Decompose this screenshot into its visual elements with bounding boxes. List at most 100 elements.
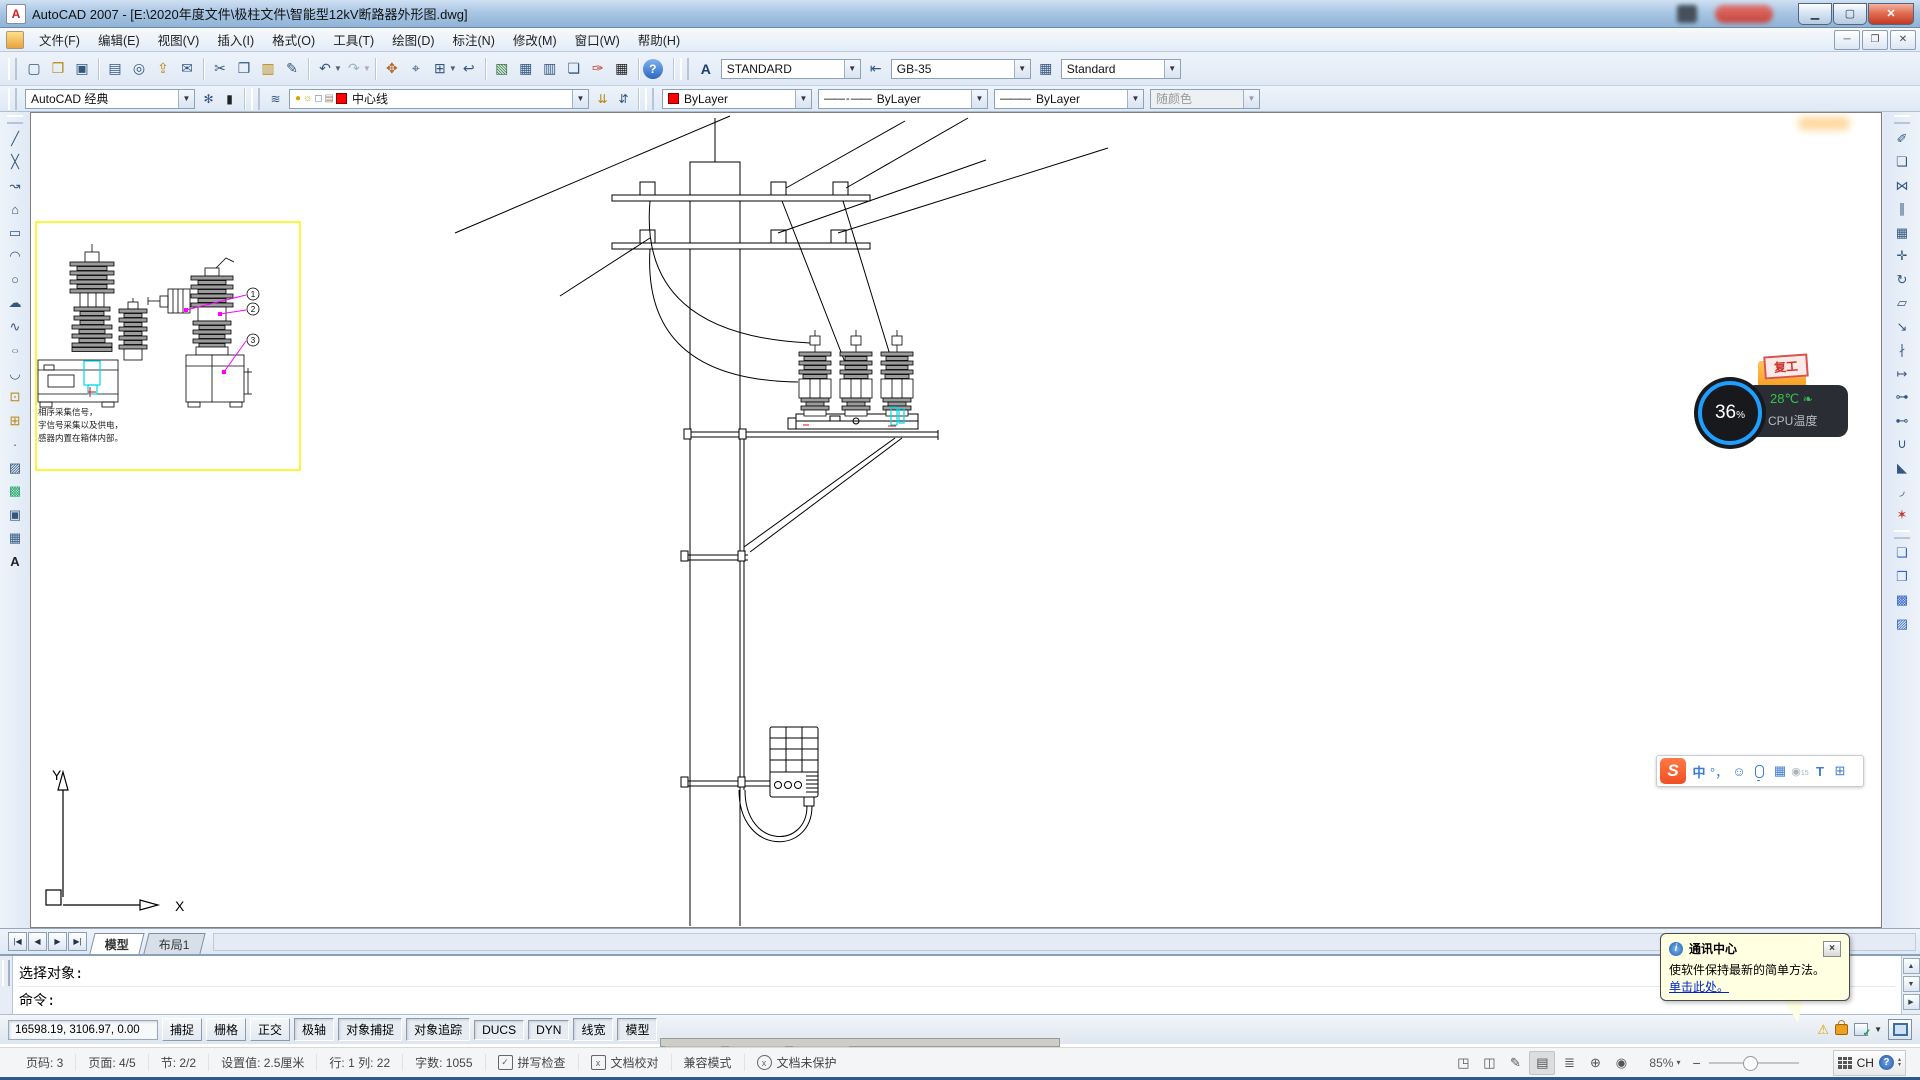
toggle-snap[interactable]: 捕捉: [162, 1018, 202, 1041]
microphone-icon[interactable]: [1755, 765, 1764, 778]
zoom-out-icon[interactable]: −: [1692, 1055, 1700, 1071]
chevron-down-icon[interactable]: ▼: [795, 90, 811, 108]
break-at-point-icon[interactable]: ⊶: [1890, 386, 1914, 410]
doc-minimize-button[interactable]: ─: [1834, 30, 1860, 50]
balloon-close-icon[interactable]: ×: [1823, 941, 1841, 957]
toolbar-grip[interactable]: [8, 58, 17, 80]
skin-icon[interactable]: T: [1810, 764, 1830, 779]
undo-flyout[interactable]: ▼: [334, 64, 342, 73]
tab-model[interactable]: 模型: [89, 933, 144, 954]
layer-manager-icon[interactable]: ≋: [265, 88, 286, 109]
spell-check-button[interactable]: ✓拼写检查: [486, 1054, 579, 1071]
properties-palette-icon[interactable]: ▧: [490, 57, 514, 81]
command-history[interactable]: 选择对象: 命令:: [13, 956, 1901, 1014]
color-combo[interactable]: ByLayer ▼: [662, 89, 812, 109]
layer-freeze-icon[interactable]: ☼: [303, 93, 312, 104]
region-icon[interactable]: ▣: [3, 503, 27, 527]
workspace-settings-icon[interactable]: ✻: [198, 88, 219, 109]
dim-style-combo[interactable]: GB-35 ▼: [891, 59, 1031, 79]
erase-icon[interactable]: ✐: [1890, 127, 1914, 151]
save-workspace-icon[interactable]: ▮: [219, 88, 240, 109]
text-style-combo[interactable]: STANDARD ▼: [721, 59, 861, 79]
fillet-icon[interactable]: ◞: [1890, 480, 1914, 504]
insert-block-icon[interactable]: ⊡: [3, 386, 27, 410]
cut-icon[interactable]: ✂: [208, 57, 232, 81]
match-properties-icon[interactable]: ✎: [280, 57, 304, 81]
zoom-previous-icon[interactable]: ↩: [457, 57, 481, 81]
tab-first-icon[interactable]: |◀: [8, 932, 27, 951]
markup-icon[interactable]: ✑: [586, 57, 610, 81]
punctuation-icon[interactable]: °，: [1709, 762, 1729, 781]
spline-icon[interactable]: ∿: [3, 315, 27, 339]
construction-line-icon[interactable]: ╳: [3, 151, 27, 175]
emoji-icon[interactable]: ☺: [1729, 764, 1749, 779]
trim-icon[interactable]: ∤: [1890, 339, 1914, 363]
tab-layout1[interactable]: 布局1: [143, 933, 205, 954]
cpu-temp-widget[interactable]: 复工 36% 28℃ ❧ CPU温度: [1698, 355, 1858, 445]
keyboard-layout-icon[interactable]: [1838, 1057, 1852, 1069]
dim-style-icon[interactable]: ⇤: [864, 57, 888, 81]
menu-format[interactable]: 格式(O): [263, 27, 324, 52]
new-file-icon[interactable]: ▢: [22, 57, 46, 81]
break-icon[interactable]: ⊷: [1890, 409, 1914, 433]
rectangle-icon[interactable]: ▭: [3, 221, 27, 245]
language-options-icon[interactable]: ▴▾: [1898, 1058, 1901, 1068]
tab-prev-icon[interactable]: ◀: [28, 932, 47, 951]
layer-lock-icon[interactable]: ◻: [314, 93, 322, 104]
layers-toolbar-grip[interactable]: [251, 88, 260, 110]
minimize-button[interactable]: ▁: [1798, 3, 1832, 25]
line-icon[interactable]: ╱: [3, 127, 27, 151]
fullscreen-view-icon[interactable]: ◳: [1451, 1052, 1475, 1074]
mirror-icon[interactable]: ⋈: [1890, 174, 1914, 198]
menu-dimension[interactable]: 标注(N): [444, 27, 504, 52]
chevron-down-icon[interactable]: ▼: [844, 60, 860, 78]
command-splitter[interactable]: [0, 956, 13, 1014]
redo-flyout[interactable]: ▼: [363, 64, 371, 73]
close-button[interactable]: ✕: [1868, 3, 1914, 25]
quickcalc-icon[interactable]: ▦: [610, 57, 634, 81]
tool-palettes-icon[interactable]: ▥: [538, 57, 562, 81]
tray-dropdown-icon[interactable]: ▼: [1874, 1025, 1882, 1034]
table-icon[interactable]: ▦: [3, 527, 27, 551]
menu-edit[interactable]: 编辑(E): [89, 27, 149, 52]
chamfer-icon[interactable]: ◣: [1890, 456, 1914, 480]
language-help-icon[interactable]: ?: [1879, 1055, 1894, 1070]
chevron-down-icon[interactable]: ▼: [572, 90, 588, 108]
communication-center-balloon[interactable]: i 通讯中心 × 使软件保持最新的简单方法。 单击此处。: [1660, 933, 1850, 1001]
scroll-down-icon[interactable]: ▼: [1903, 976, 1920, 992]
zoom-slider[interactable]: [1709, 1062, 1799, 1064]
make-block-icon[interactable]: ⊞: [3, 409, 27, 433]
hatch-icon[interactable]: ▨: [3, 456, 27, 480]
polygon-icon[interactable]: ⌂: [3, 198, 27, 222]
toggle-dyn[interactable]: DYN: [528, 1020, 569, 1040]
protection-status[interactable]: x文档未保护: [745, 1054, 849, 1071]
mtext-icon[interactable]: A: [3, 550, 27, 574]
scale-icon[interactable]: ▱: [1890, 292, 1914, 316]
point-icon[interactable]: ·: [3, 433, 27, 457]
stretch-icon[interactable]: ↘: [1890, 315, 1914, 339]
workspace-combo[interactable]: AutoCAD 经典 ▼: [25, 89, 195, 109]
zoom-flyout[interactable]: ▼: [449, 64, 457, 73]
send-under-icon[interactable]: ▨: [1890, 612, 1914, 636]
make-layer-current-icon[interactable]: ⇊: [592, 88, 613, 109]
print-layout-icon[interactable]: ▤: [1529, 1051, 1555, 1075]
compatibility-mode-badge[interactable]: 兼容模式: [672, 1054, 745, 1071]
language-bar[interactable]: CH ? ▴▾: [1833, 1050, 1906, 1076]
toggle-ducs[interactable]: DUCS: [474, 1020, 524, 1040]
join-icon[interactable]: ∪: [1890, 433, 1914, 457]
chevron-down-icon[interactable]: ▼: [1164, 60, 1180, 78]
write-mode-icon[interactable]: ✎: [1503, 1052, 1527, 1074]
properties-toolbar-grip[interactable]: [645, 88, 654, 110]
language-indicator[interactable]: CH: [1857, 1056, 1874, 1070]
toggle-lineweight[interactable]: 线宽: [573, 1018, 613, 1041]
eye-protection-icon[interactable]: ◉: [1609, 1052, 1633, 1074]
lock-icon[interactable]: [1835, 1024, 1848, 1035]
array-icon[interactable]: ▦: [1890, 221, 1914, 245]
workspace-toolbar-grip[interactable]: [8, 88, 17, 110]
layer-previous-icon[interactable]: ⇵: [613, 88, 634, 109]
coordinates-readout[interactable]: 16598.19, 3106.97, 0.00: [8, 1020, 158, 1040]
maximize-button[interactable]: ▢: [1833, 3, 1867, 25]
word-count[interactable]: 字数: 1055: [403, 1054, 485, 1071]
rotate-icon[interactable]: ↻: [1890, 268, 1914, 292]
sogou-logo[interactable]: S: [1660, 758, 1686, 784]
